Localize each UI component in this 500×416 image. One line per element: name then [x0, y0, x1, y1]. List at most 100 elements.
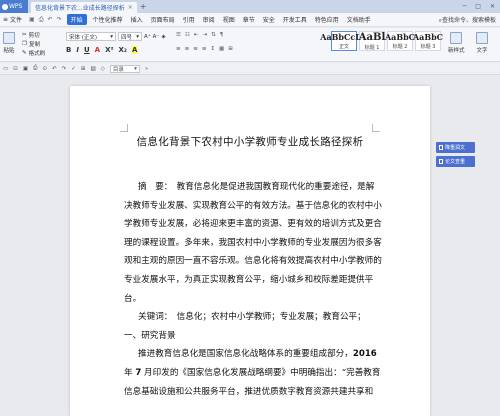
- new-doc-icon[interactable]: ▭: [3, 66, 8, 72]
- style-normal-caption: 正文: [338, 44, 349, 50]
- tab-insert[interactable]: 插入: [127, 15, 147, 24]
- picture-icon[interactable]: ▨: [90, 66, 95, 72]
- align-left-icon[interactable]: ≡: [176, 46, 181, 52]
- paper-check-button[interactable]: 论文查重: [436, 156, 475, 167]
- shrink-font-icon[interactable]: A⁻: [153, 34, 160, 40]
- show-marks-icon[interactable]: ¶: [220, 32, 224, 38]
- wps-logo[interactable]: WPS: [0, 0, 28, 13]
- file-menu[interactable]: ≡ 文件: [0, 15, 26, 24]
- title-bar: WPS 信息化背景下农...业成长路径探析 × + ─ □ ✕: [0, 0, 500, 13]
- bold-icon[interactable]: B: [66, 46, 71, 54]
- save-icon[interactable]: ▣: [29, 16, 35, 24]
- bullet-list-icon[interactable]: ☰: [176, 32, 181, 38]
- redo-small-icon[interactable]: ↷: [62, 66, 67, 72]
- tab-doc-assistant[interactable]: 文档助手: [343, 15, 375, 24]
- numbered-list-icon[interactable]: ☷: [185, 32, 190, 38]
- redo-icon[interactable]: ↷: [57, 16, 62, 24]
- tab-references[interactable]: 引用: [179, 15, 199, 24]
- document-tab[interactable]: 信息化背景下农...业成长路径探析 ×: [31, 2, 137, 13]
- keywords-line: 关键词： 信息化；农村中小学教师；专业发展；教育公平；: [138, 312, 366, 323]
- rewrite-check-button[interactable]: 降重润文: [436, 142, 475, 153]
- spell-icon[interactable]: ✓: [71, 66, 76, 72]
- print-icon[interactable]: ⎙: [39, 16, 44, 24]
- menu-right: ⌕查找命令、搜索模板: [439, 15, 500, 25]
- body-text: 月印发的《国家信息化发展战略纲要》中明确指出：“完善教育: [141, 367, 381, 378]
- increase-indent-icon[interactable]: ⇥: [202, 32, 207, 38]
- cut-button[interactable]: ✂ 剪切: [22, 31, 40, 39]
- tab-page-layout[interactable]: 页面布局: [147, 15, 179, 24]
- cut-label: 剪切: [28, 33, 40, 39]
- new-style-button[interactable]: 新样式: [448, 32, 465, 54]
- close-window-icon[interactable]: ✕: [490, 3, 495, 10]
- underline-icon[interactable]: U: [84, 46, 90, 54]
- format-painter-label: 格式刷: [28, 51, 46, 57]
- quick-icons: ▣ ⎙ ↶ ↷: [26, 16, 65, 24]
- tab-start[interactable]: 开始: [66, 14, 87, 25]
- font-size-select[interactable]: 四号 ▾: [118, 32, 142, 41]
- tab-developer[interactable]: 开发工具: [279, 15, 311, 24]
- sort-icon[interactable]: ⇅: [211, 32, 216, 38]
- minimize-icon[interactable]: ─: [463, 3, 467, 10]
- new-tab-button[interactable]: +: [140, 2, 147, 11]
- superscript-icon[interactable]: X²: [105, 46, 113, 54]
- style-heading-1[interactable]: AaBl 标题 1: [359, 31, 385, 51]
- document-title: 信息化背景下农村中小学教师专业成长路径探析: [136, 136, 364, 148]
- font-family-select[interactable]: 宋体 (正文) ▾: [66, 32, 116, 41]
- print-small-icon[interactable]: ⎙: [33, 65, 37, 72]
- style-heading-1-preview: AaBl: [358, 31, 386, 43]
- style-heading-3-caption: 标题 3: [420, 44, 436, 50]
- align-center-icon[interactable]: ≡: [185, 46, 190, 52]
- search-command[interactable]: ⌕查找命令、搜索模板: [439, 15, 496, 25]
- undo-icon[interactable]: ↶: [48, 16, 53, 24]
- ribbon: 粘贴 ✂ 剪切 ❐ 复制 ✎ 格式刷 宋体 (正文) ▾ 四号 ▾ A⁺ A⁻ ◈ B I…: [0, 28, 500, 62]
- abstract-line: 摘 要： 教育信息化是促进我国教育现代化的重要途径，是解: [138, 182, 375, 192]
- shading-icon[interactable]: ▦: [219, 46, 224, 52]
- undo-small-icon[interactable]: ↶: [52, 66, 57, 72]
- open-icon[interactable]: ⊡: [13, 66, 18, 72]
- file-menu-label: 文件: [10, 17, 23, 24]
- justify-icon[interactable]: ≡: [202, 46, 207, 52]
- document-page[interactable]: 信息化背景下农村中小学教师专业成长路径探析 摘 要： 教育信息化是促进我国教育现…: [70, 86, 430, 416]
- align-right-icon[interactable]: ≡: [193, 46, 198, 52]
- table-icon[interactable]: ⊞: [81, 66, 86, 72]
- border-icon[interactable]: ⊞: [228, 46, 233, 52]
- format-painter-button[interactable]: ✎ 格式刷: [22, 49, 45, 57]
- clear-format-icon[interactable]: ◈: [161, 34, 165, 40]
- maximize-icon[interactable]: □: [475, 3, 481, 10]
- app-name: WPS: [9, 3, 23, 10]
- window-controls: ─ □ ✕: [463, 3, 500, 10]
- preview-icon[interactable]: ⊙: [42, 66, 47, 72]
- abstract-line: 专业发展水平，为真正实现教育公平，缩小城乡和校际差距提供平: [124, 274, 374, 285]
- text-tools-label: 文字: [476, 48, 488, 54]
- copy-button[interactable]: ❐ 复制: [22, 40, 40, 48]
- italic-icon[interactable]: I: [76, 46, 79, 54]
- more-icon[interactable]: »: [145, 66, 148, 72]
- style-heading-3[interactable]: AaBbC 标题 3: [413, 31, 443, 51]
- tab-features[interactable]: 特色应用: [311, 15, 343, 24]
- line-spacing-icon[interactable]: ↕: [210, 46, 215, 52]
- text-tools-icon: [476, 32, 488, 44]
- style-normal[interactable]: AaBbCcDd 正文: [320, 31, 368, 51]
- highlight-icon[interactable]: A: [132, 46, 138, 54]
- paste-button[interactable]: 粘贴: [3, 32, 15, 54]
- shape-icon[interactable]: ◇: [101, 66, 105, 72]
- document-body[interactable]: 摘 要： 教育信息化是促进我国教育现代化的重要途径，是解 决教师专业发展、实现教…: [124, 178, 386, 401]
- tab-recommend[interactable]: 个性化推荐: [89, 15, 127, 24]
- tab-chapter[interactable]: 章节: [239, 15, 259, 24]
- new-style-label: 新样式: [448, 48, 465, 54]
- tab-security[interactable]: 安全: [259, 15, 279, 24]
- font-color-icon[interactable]: A: [95, 46, 100, 54]
- tab-view[interactable]: 视图: [219, 15, 239, 24]
- close-tab-icon[interactable]: ×: [128, 4, 133, 11]
- subscript-icon[interactable]: X₂: [119, 46, 127, 54]
- style-heading-2-preview: AaBbC: [384, 32, 416, 42]
- grow-font-icon[interactable]: A⁺: [144, 34, 151, 40]
- ruler: [0, 76, 500, 82]
- format-painter-icon: ✎: [22, 50, 27, 56]
- save-small-icon[interactable]: ▣: [23, 66, 28, 72]
- decrease-indent-icon[interactable]: ⇤: [194, 32, 199, 38]
- text-tools-button[interactable]: 文字: [476, 32, 488, 54]
- tab-review[interactable]: 审阅: [199, 15, 219, 24]
- quick-style-select[interactable]: 目录 ▾: [109, 64, 140, 73]
- style-heading-2[interactable]: AaBbC 标题 2: [384, 31, 416, 51]
